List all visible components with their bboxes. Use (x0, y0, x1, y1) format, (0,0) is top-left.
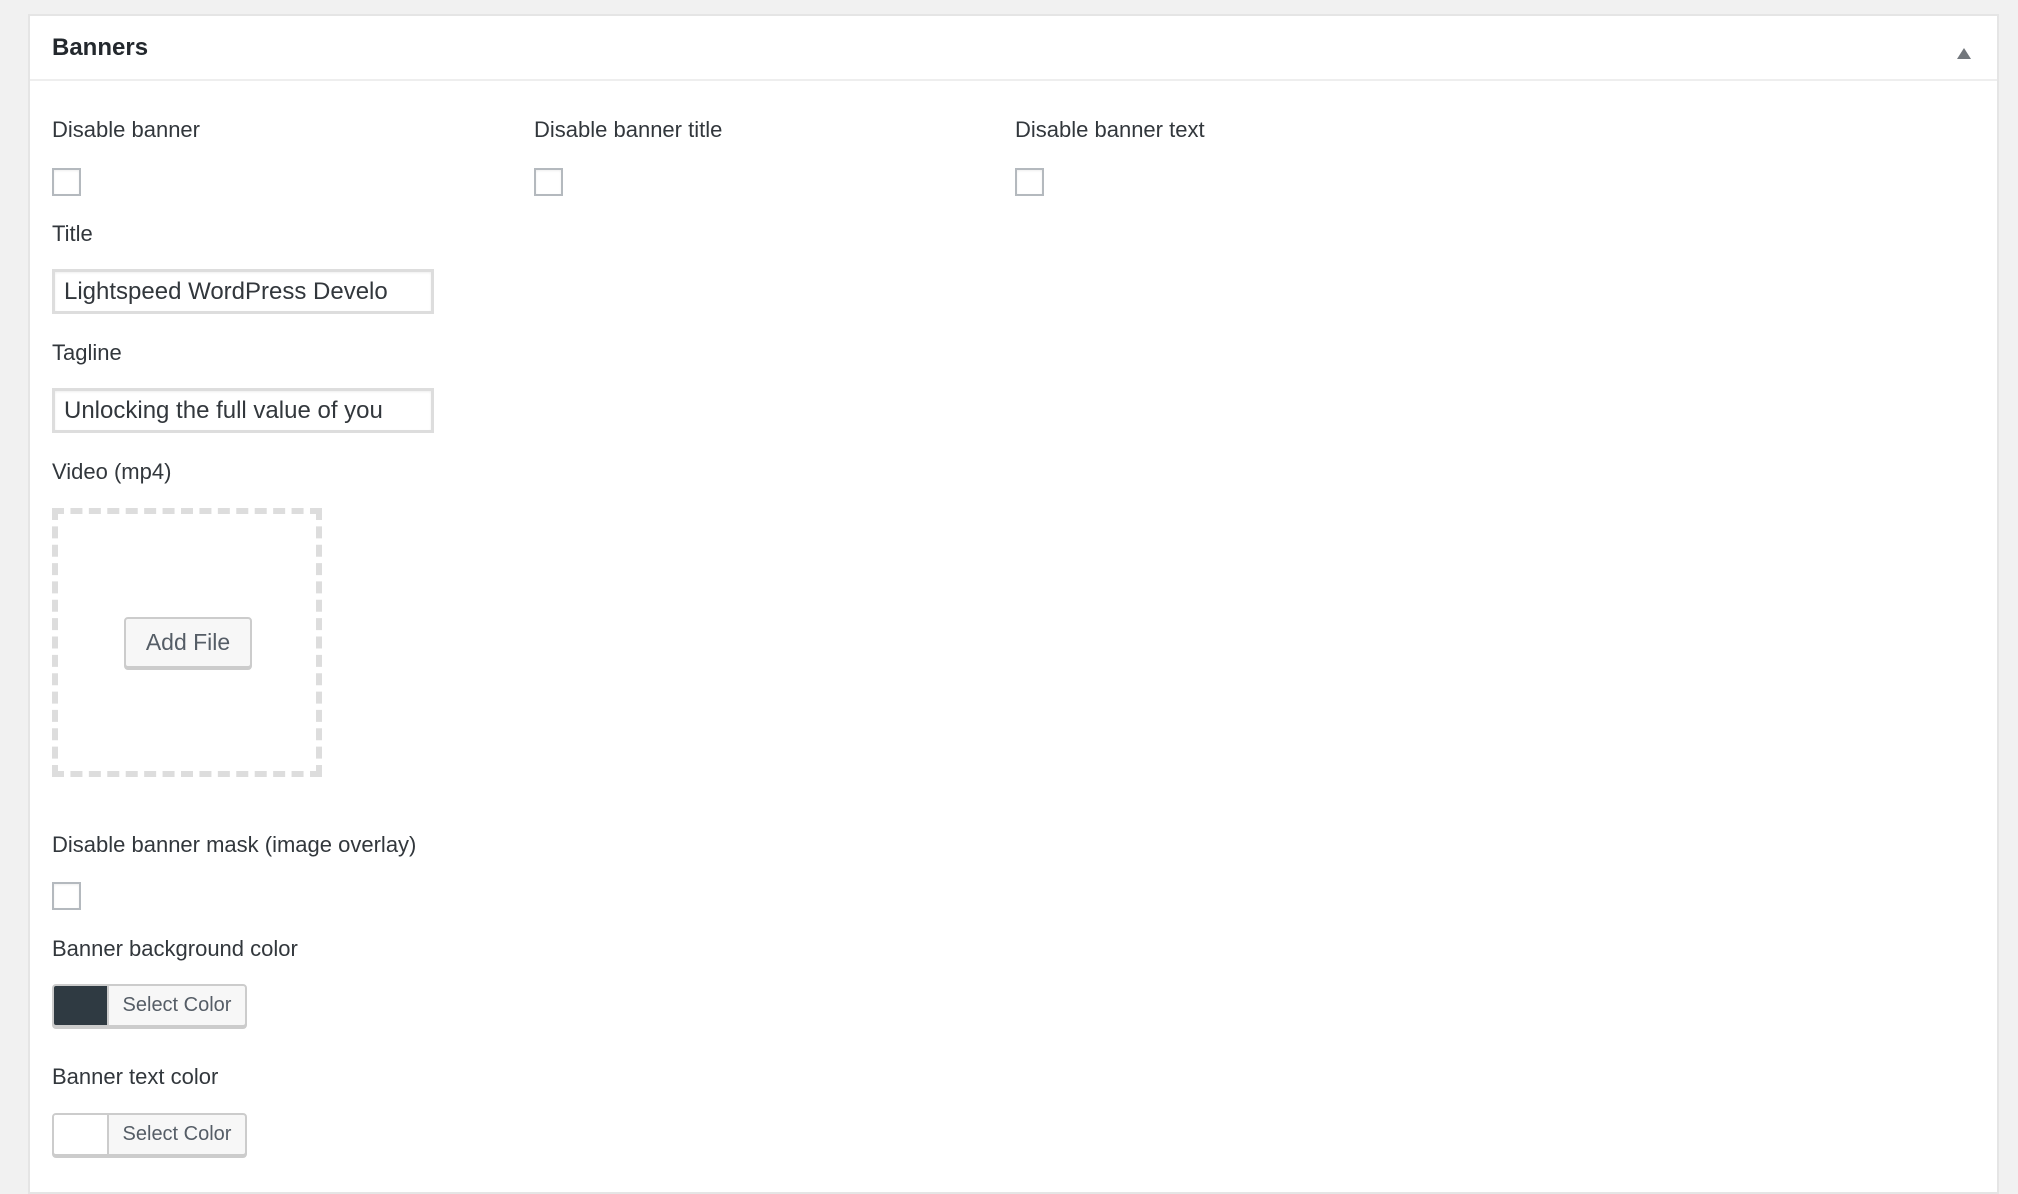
banners-panel: Banners Disable banner Disable banner ti… (28, 14, 1999, 1194)
disable-banner-text-checkbox[interactable] (1015, 168, 1044, 196)
video-dropzone[interactable]: Add File (52, 508, 322, 777)
banner-text-color-button[interactable]: Select Color (52, 1113, 247, 1156)
tagline-input[interactable] (52, 388, 434, 433)
tagline-label: Tagline (52, 340, 122, 365)
banner-text-color-label: Banner text color (52, 1064, 219, 1089)
video-label: Video (mp4) (52, 459, 172, 484)
banner-bg-color-button-label: Select Color (122, 994, 232, 1016)
disable-banner-title-checkbox[interactable] (534, 168, 563, 196)
panel-title: Banners (52, 34, 149, 61)
disable-banner-label: Disable banner (52, 117, 200, 142)
banner-bg-color-swatch (54, 986, 109, 1025)
title-label: Title (52, 221, 93, 246)
banner-bg-color-button[interactable]: Select Color (52, 984, 247, 1027)
disable-banner-title-label: Disable banner title (534, 117, 723, 142)
banner-bg-color-label: Banner background color (52, 936, 298, 961)
panel-header: Banners (30, 16, 1997, 81)
disable-banner-mask-label: Disable banner mask (image overlay) (52, 832, 417, 857)
add-file-button[interactable]: Add File (124, 617, 252, 668)
disable-banner-text-label: Disable banner text (1015, 117, 1205, 142)
panel-toggle-button[interactable] (1953, 42, 1975, 64)
disable-banner-checkbox[interactable] (52, 168, 81, 196)
disable-banner-mask-checkbox[interactable] (52, 882, 81, 910)
banner-text-color-button-label: Select Color (122, 1123, 232, 1145)
title-input[interactable] (52, 269, 434, 314)
triangle-up-icon (1957, 47, 1971, 59)
banner-text-color-swatch (54, 1115, 109, 1154)
